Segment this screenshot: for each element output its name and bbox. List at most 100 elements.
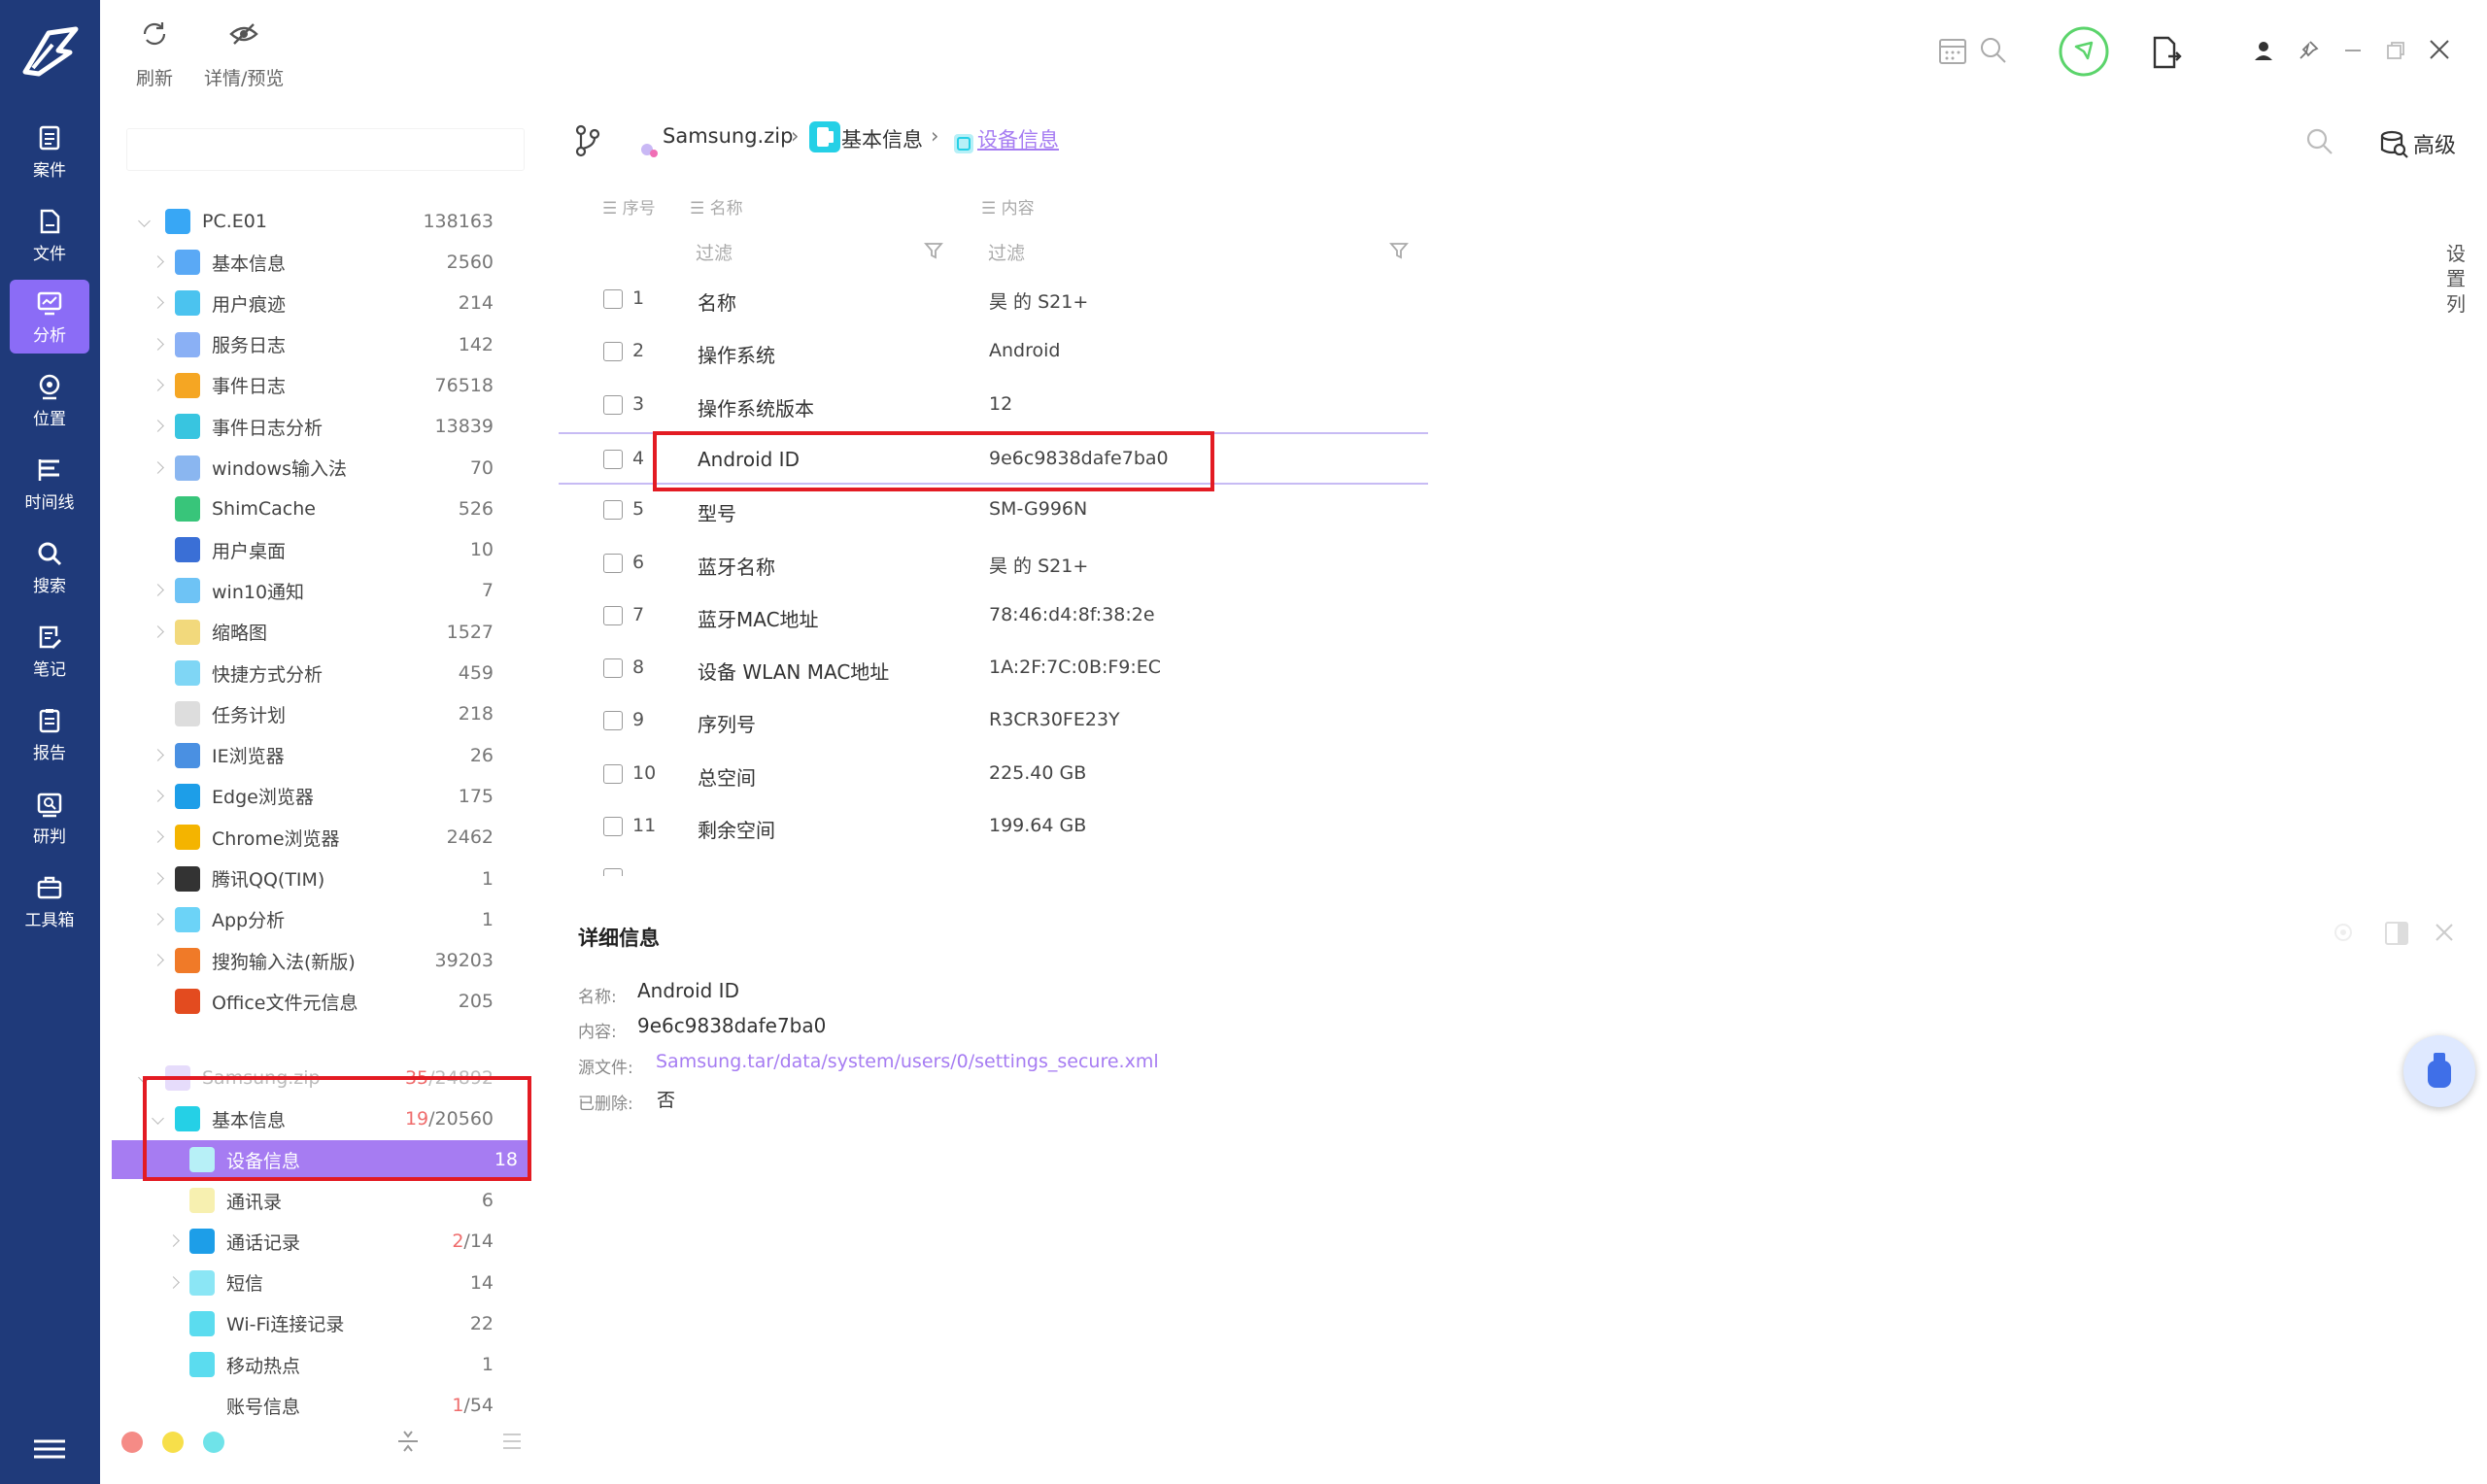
tree-item[interactable]: 用户桌面 10 xyxy=(126,530,505,569)
tree-sub-item[interactable]: 账号信息 1/54 xyxy=(126,1386,505,1425)
chevron-down-icon[interactable] xyxy=(138,215,152,228)
row-checkbox[interactable] xyxy=(603,289,623,309)
chevron-right-icon[interactable] xyxy=(152,584,165,597)
tree-item[interactable]: Office文件元信息 205 xyxy=(126,982,505,1021)
nav-file[interactable]: 文件 xyxy=(10,198,89,272)
tree-item[interactable]: Edge浏览器 175 xyxy=(126,777,505,816)
table-row[interactable]: 8 设备 WLAN MAC地址 1A:2F:7C:0B:F9:EC xyxy=(559,643,1428,695)
minimize-dot-icon[interactable] xyxy=(162,1432,184,1453)
chevron-right-icon[interactable] xyxy=(167,1234,181,1248)
chevron-right-icon[interactable] xyxy=(152,296,165,310)
nav-timeline[interactable]: 时间线 xyxy=(10,447,89,521)
chevron-right-icon[interactable] xyxy=(152,872,165,886)
shield-status-icon[interactable] xyxy=(2058,25,2110,78)
tree-item[interactable]: Chrome浏览器 2462 xyxy=(126,818,505,857)
global-search-icon[interactable] xyxy=(1978,35,2009,66)
content-filter-icon[interactable] xyxy=(1389,241,1409,260)
tree-item[interactable]: 基本信息 2560 xyxy=(126,243,505,282)
window-close-icon[interactable] xyxy=(2427,37,2452,62)
tree-sub-item[interactable]: 短信 14 xyxy=(126,1264,505,1302)
nav-location[interactable]: 位置 xyxy=(10,363,89,437)
table-row[interactable]: 6 蓝牙名称 昊 的 S21+ xyxy=(559,538,1428,590)
list-view-icon[interactable] xyxy=(501,1432,523,1451)
header-index[interactable]: ☰ 序号 xyxy=(602,194,656,219)
tree-item[interactable]: 任务计划 218 xyxy=(126,694,505,733)
tree-item[interactable]: 缩略图 1527 xyxy=(126,613,505,652)
pin-icon[interactable] xyxy=(2297,39,2320,62)
panel-toggle-icon[interactable] xyxy=(2384,921,2409,946)
chevron-right-icon[interactable] xyxy=(167,1276,181,1290)
tree-item[interactable]: 事件日志分析 13839 xyxy=(126,407,505,446)
tree-sub-item[interactable]: Wi-Fi连接记录 22 xyxy=(126,1304,505,1343)
row-checkbox[interactable] xyxy=(603,763,623,784)
table-row[interactable]: 11 剩余空间 199.64 GB xyxy=(559,801,1428,854)
tree-sub-item[interactable]: 移动热点 1 xyxy=(126,1345,505,1384)
table-row[interactable]: 5 型号 SM-G996N xyxy=(559,485,1428,537)
branch-icon[interactable] xyxy=(575,124,600,157)
window-minimize-icon[interactable] xyxy=(2341,39,2365,62)
details-settings-icon[interactable] xyxy=(2332,921,2355,944)
nav-search[interactable]: 搜索 xyxy=(10,530,89,604)
table-row[interactable]: 1 名称 昊 的 S21+ xyxy=(559,274,1428,326)
chevron-right-icon[interactable] xyxy=(152,749,165,762)
tree-sub-item[interactable]: 通讯录 6 xyxy=(126,1181,505,1220)
chevron-right-icon[interactable] xyxy=(152,954,165,967)
name-filter-icon[interactable] xyxy=(924,241,943,260)
tree-item[interactable]: IE浏览器 26 xyxy=(126,736,505,775)
row-checkbox[interactable] xyxy=(603,449,623,469)
breadcrumb-basic[interactable]: 基本信息 xyxy=(841,124,923,153)
tree-item[interactable]: App分析 1 xyxy=(126,900,505,939)
table-row[interactable]: 2 操作系统 Android xyxy=(559,326,1428,379)
user-icon[interactable] xyxy=(2252,39,2275,62)
nav-toolbox[interactable]: 工具箱 xyxy=(10,864,89,938)
zoom-dot-icon[interactable] xyxy=(203,1432,224,1453)
tree-item[interactable]: 事件日志 76518 xyxy=(126,366,505,405)
detail-preview-button[interactable]: 详情/预览 xyxy=(204,17,284,90)
row-checkbox[interactable] xyxy=(603,553,623,573)
table-row[interactable]: 7 蓝牙MAC地址 78:46:d4:8f:38:2e xyxy=(559,590,1428,643)
header-content[interactable]: ☰ 内容 xyxy=(981,194,1035,219)
tree-sub-item[interactable]: 通话记录 2/14 xyxy=(126,1222,505,1261)
chevron-right-icon[interactable] xyxy=(152,255,165,269)
tree-item[interactable]: windows输入法 70 xyxy=(126,449,505,488)
calendar-icon[interactable] xyxy=(1937,35,1968,66)
column-settings-button[interactable]: 设置列 xyxy=(2446,241,2468,317)
header-name[interactable]: ☰ 名称 xyxy=(690,194,743,219)
row-checkbox[interactable] xyxy=(603,605,623,625)
tree-item[interactable]: 快捷方式分析 459 xyxy=(126,654,505,692)
detail-source-link[interactable]: Samsung.tar/data/system/users/0/settings… xyxy=(656,1051,1159,1072)
row-checkbox[interactable] xyxy=(603,711,623,731)
nav-case[interactable]: 案件 xyxy=(10,115,89,188)
tree-root-pc[interactable]: PC.E01 138163 xyxy=(126,202,505,241)
tree-search-input[interactable] xyxy=(126,128,525,171)
nav-analysis[interactable]: 分析 xyxy=(10,280,89,354)
row-checkbox[interactable] xyxy=(603,868,623,876)
row-checkbox[interactable] xyxy=(603,394,623,415)
close-dot-icon[interactable] xyxy=(121,1432,143,1453)
table-row[interactable]: 10 总空间 225.40 GB xyxy=(559,749,1428,801)
tree-item[interactable]: 用户痕迹 214 xyxy=(126,284,505,322)
tree-item[interactable]: 搜狗输入法(新版) 39203 xyxy=(126,941,505,980)
hamburger-menu-icon[interactable] xyxy=(32,1437,67,1465)
breadcrumb-current[interactable]: 设备信息 xyxy=(977,124,1059,153)
row-checkbox[interactable] xyxy=(603,342,623,362)
tree-item[interactable]: 服务日志 142 xyxy=(126,325,505,364)
table-row[interactable]: 9 序列号 R3CR30FE23Y xyxy=(559,695,1428,748)
nav-note[interactable]: 笔记 xyxy=(10,614,89,688)
chevron-right-icon[interactable] xyxy=(152,790,165,803)
nav-report[interactable]: 报告 xyxy=(10,697,89,771)
advanced-search-icon[interactable] xyxy=(2378,128,2409,159)
tree-item[interactable]: win10通知 7 xyxy=(126,571,505,610)
details-close-icon[interactable] xyxy=(2433,921,2456,944)
chevron-right-icon[interactable] xyxy=(152,913,165,927)
tree-item[interactable]: ShimCache 526 xyxy=(126,489,505,528)
window-restore-icon[interactable] xyxy=(2384,39,2407,62)
row-checkbox[interactable] xyxy=(603,658,623,679)
nav-judge[interactable]: 研判 xyxy=(10,781,89,855)
export-file-icon[interactable] xyxy=(2151,35,2182,70)
chevron-right-icon[interactable] xyxy=(152,420,165,433)
row-checkbox[interactable] xyxy=(603,817,623,836)
row-checkbox[interactable] xyxy=(603,500,623,521)
tree-item[interactable]: 腾讯QQ(TIM) 1 xyxy=(126,860,505,898)
name-filter-input[interactable]: 过滤 xyxy=(696,239,732,265)
